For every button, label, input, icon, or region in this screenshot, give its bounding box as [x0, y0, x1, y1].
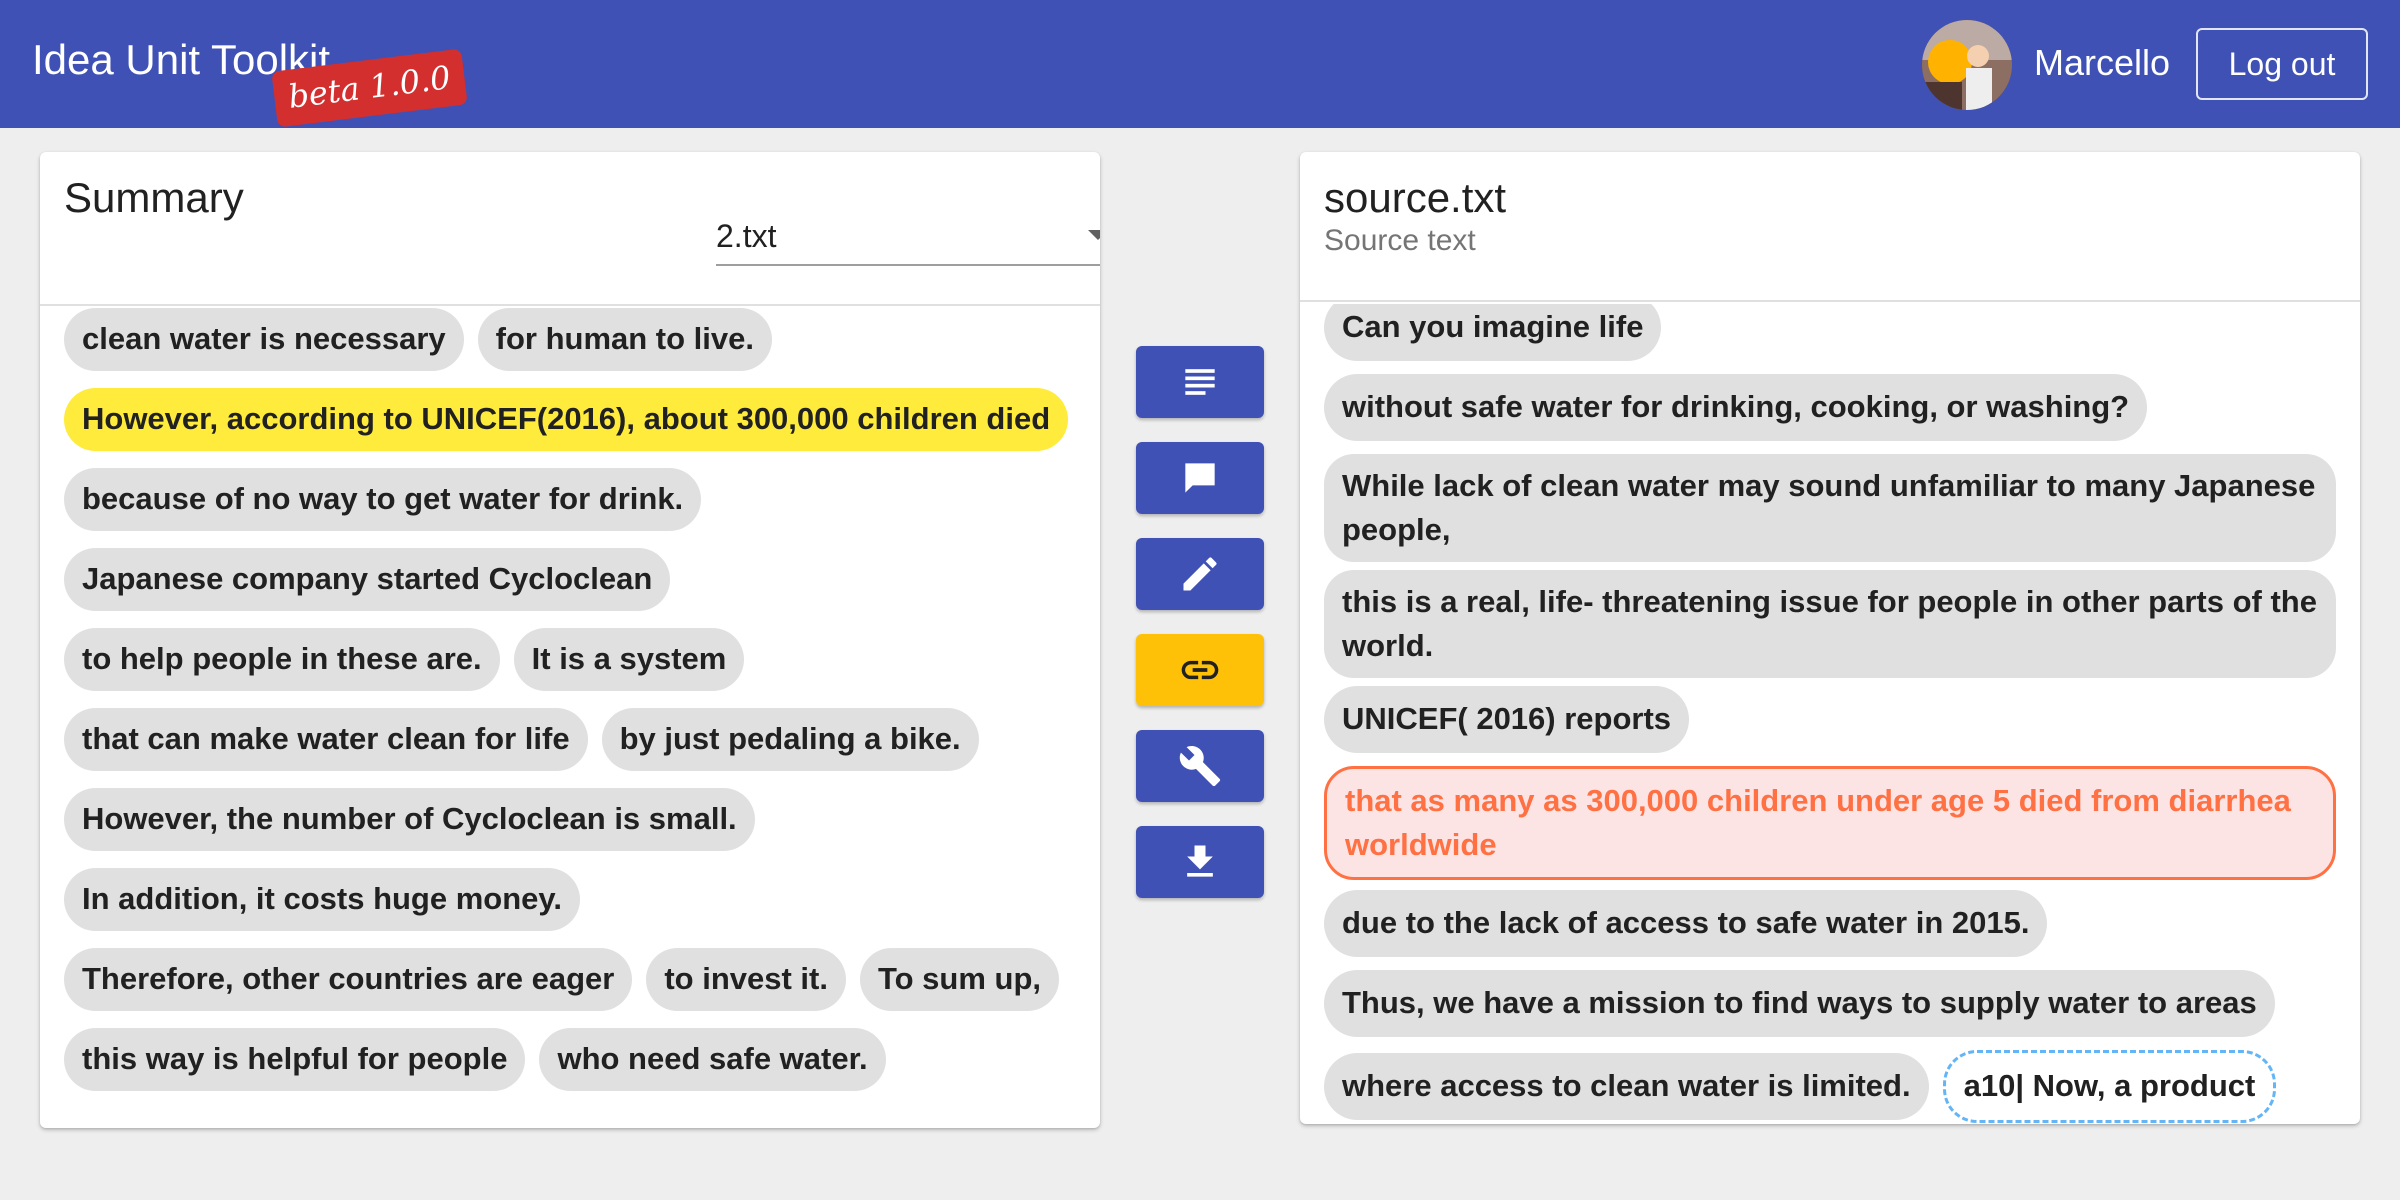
idea-unit-chip[interactable]: to help people in these are.: [64, 628, 500, 691]
source-unit-chip[interactable]: due to the lack of access to safe water …: [1324, 890, 2048, 957]
idea-unit-chip[interactable]: because of no way to get water for drink…: [64, 468, 702, 531]
idea-unit-chip[interactable]: that can make water clean for life: [64, 708, 588, 771]
source-unit-chip[interactable]: Can you imagine life: [1324, 304, 1662, 361]
idea-unit-chip[interactable]: In addition, it costs huge money.: [64, 868, 580, 931]
idea-unit-chip[interactable]: Therefore, other countries are eager: [64, 948, 633, 1011]
avatar[interactable]: [1922, 20, 2012, 110]
source-title: source.txt: [1324, 174, 1507, 221]
source-unit-chip-pending[interactable]: a10| Now, a product: [1942, 1050, 2277, 1123]
text-lines-icon: [1185, 369, 1215, 395]
idea-unit-chip[interactable]: this way is helpful for people: [64, 1028, 526, 1091]
logout-button[interactable]: Log out: [2196, 28, 2368, 100]
source-unit-chip[interactable]: without safe water for drinking, cooking…: [1324, 374, 2148, 441]
summary-row: clean water is necessary for human to liv…: [64, 308, 1076, 388]
pencil-icon: [1183, 557, 1217, 591]
idea-unit-chip[interactable]: by just pedaling a bike.: [601, 708, 979, 771]
summary-panel: Summary 2.txt clean water is necessary fo…: [40, 152, 1100, 1128]
source-unit-chip[interactable]: Thus, we have a mission to find ways to …: [1324, 970, 2275, 1037]
comment-button[interactable]: [1136, 442, 1264, 514]
summary-row: In addition, it costs huge money.: [64, 868, 1076, 948]
idea-unit-chip[interactable]: for human to live.: [477, 308, 772, 371]
summary-row: because of no way to get water for drink…: [64, 468, 1076, 548]
source-unit-chip[interactable]: this is a real, life- threatening issue …: [1324, 570, 2336, 678]
idea-unit-chip[interactable]: Japanese company started Cycloclean: [64, 548, 671, 611]
idea-unit-chip[interactable]: to invest it.: [646, 948, 846, 1011]
source-unit-chip[interactable]: While lack of clean water may sound unfa…: [1324, 454, 2336, 562]
idea-unit-chip[interactable]: It is a system: [513, 628, 745, 691]
source-unit-chip[interactable]: UNICEF( 2016) reports: [1324, 686, 1690, 753]
link-button[interactable]: [1136, 634, 1264, 706]
summary-units: clean water is necessary for human to liv…: [40, 308, 1100, 1128]
summary-header: Summary 2.txt: [40, 152, 1100, 306]
link-icon: [1181, 660, 1219, 680]
idea-unit-chip[interactable]: who need safe water.: [539, 1028, 886, 1091]
summary-row: However, the number of Cycloclean is sma…: [64, 788, 1076, 868]
wrench-icon: [1179, 746, 1221, 787]
idea-unit-chip-selected[interactable]: However, according to UNICEF(2016), abou…: [64, 388, 1069, 451]
username: Marcello: [2034, 42, 2171, 83]
summary-row: Japanese company started Cycloclean: [64, 548, 1076, 628]
edit-button[interactable]: [1136, 538, 1264, 610]
source-panel: source.txt Source text Can you imagine l…: [1300, 152, 2360, 1124]
summary-row: However, according to UNICEF(2016), abou…: [64, 388, 1076, 468]
app-bar: Idea Unit Toolkit beta 1.0.0 Marcello Lo…: [0, 0, 2400, 128]
settings-button[interactable]: [1136, 730, 1264, 802]
view-text-button[interactable]: [1136, 346, 1264, 418]
summary-title: Summary: [64, 174, 244, 221]
summary-row: that can make water clean for life by jus…: [64, 708, 1076, 788]
comment-icon: [1185, 463, 1215, 493]
idea-unit-chip[interactable]: To sum up,: [859, 948, 1060, 1011]
file-select[interactable]: 2.txt: [716, 210, 1100, 266]
avatar-photo: [1922, 20, 2012, 110]
summary-row: Therefore, other countries are eager to i…: [64, 948, 1076, 1028]
summary-row: this way is helpful for people who need s…: [64, 1028, 1076, 1108]
idea-unit-chip[interactable]: clean water is necessary: [64, 308, 464, 371]
source-unit-chip-linked[interactable]: that as many as 300,000 children under a…: [1324, 766, 2336, 880]
source-subtitle: Source text: [1324, 224, 1476, 257]
source-units: Can you imagine life without safe water …: [1300, 304, 2360, 1124]
file-select-value: 2.txt: [716, 218, 777, 254]
download-button[interactable]: [1136, 826, 1264, 898]
chevron-down-icon: [1088, 230, 1100, 240]
source-unit-chip[interactable]: where access to clean water is limited.: [1324, 1053, 1929, 1120]
source-header: source.txt Source text: [1300, 152, 2360, 302]
idea-unit-chip[interactable]: However, the number of Cycloclean is sma…: [64, 788, 755, 851]
summary-row: to help people in these are. It is a syst…: [64, 628, 1076, 708]
download-icon: [1187, 845, 1213, 877]
